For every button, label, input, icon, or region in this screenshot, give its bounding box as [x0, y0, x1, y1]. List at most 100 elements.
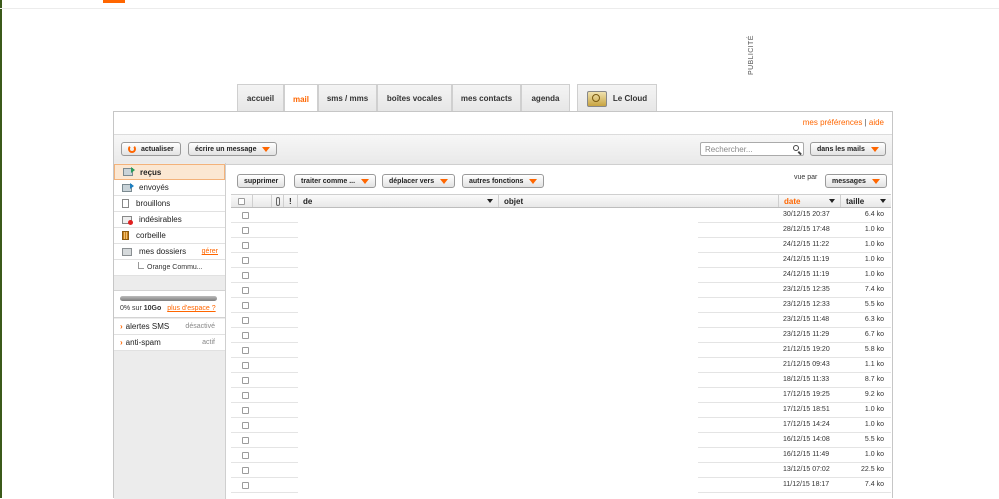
row-checkbox[interactable]: [242, 362, 249, 369]
sort-by-status[interactable]: [253, 195, 272, 207]
search-scope-dropdown[interactable]: dans les mails: [810, 142, 886, 156]
view-by-label: vue par: [794, 174, 818, 181]
folder-envoyes[interactable]: envoyés: [114, 180, 225, 196]
top-links: mes préférences | aide: [803, 118, 884, 127]
table-row[interactable]: 17/12/15 14:24 1.0 ko: [231, 418, 891, 433]
folder-mes-dossiers[interactable]: mes dossiers gérer: [114, 244, 225, 260]
message-size: 7.4 ko: [864, 286, 884, 293]
table-row[interactable]: 24/12/15 11:22 1.0 ko: [231, 238, 891, 253]
more-space-link[interactable]: plus d'espace ?: [167, 305, 215, 312]
column-size[interactable]: taille: [841, 195, 891, 207]
preferences-link[interactable]: mes préférences: [803, 118, 863, 127]
tab-accueil[interactable]: accueil: [237, 84, 284, 112]
row-checkbox[interactable]: [242, 482, 249, 489]
delete-button[interactable]: supprimer: [237, 174, 286, 188]
header-divider: [0, 8, 999, 9]
table-row[interactable]: 23/12/15 12:33 5.5 ko: [231, 298, 891, 313]
table-row[interactable]: 16/12/15 14:08 5.5 ko: [231, 433, 891, 448]
sort-by-attachment[interactable]: [272, 195, 284, 207]
row-checkbox[interactable]: [242, 347, 249, 354]
option-sms-alerts[interactable]: › alertes SMS désactivé: [114, 319, 225, 335]
subfolder-orange[interactable]: Orange Commu...: [114, 260, 225, 276]
folder-recus[interactable]: reçus: [114, 164, 225, 180]
help-link[interactable]: aide: [869, 118, 884, 127]
row-checkbox[interactable]: [242, 407, 249, 414]
table-row[interactable]: 23/12/15 12:35 7.4 ko: [231, 283, 891, 298]
option-anti-spam[interactable]: › anti-spam actif: [114, 335, 225, 351]
message-date: 23/12/15 12:35: [783, 286, 830, 293]
folder-label: corbeille: [136, 231, 166, 240]
row-checkbox[interactable]: [242, 452, 249, 459]
table-row[interactable]: 18/12/15 11:33 8.7 ko: [231, 373, 891, 388]
row-checkbox[interactable]: [242, 422, 249, 429]
row-checkbox[interactable]: [242, 332, 249, 339]
column-from[interactable]: de: [298, 195, 499, 207]
folder-sidebar: reçus envoyés brouillons indésirables co…: [114, 163, 226, 499]
refresh-button[interactable]: actualiser: [121, 142, 181, 156]
row-checkbox[interactable]: [242, 287, 249, 294]
row-checkbox[interactable]: [242, 242, 249, 249]
quota-total: 10Go: [143, 305, 162, 312]
sort-arrow-icon: [487, 199, 493, 203]
table-row[interactable]: 17/12/15 19:25 9.2 ko: [231, 388, 891, 403]
row-checkbox[interactable]: [242, 257, 249, 264]
row-divider: [698, 492, 891, 493]
tab-mes-contacts[interactable]: mes contacts: [452, 84, 521, 112]
folder-label: indésirables: [139, 215, 182, 224]
table-row[interactable]: 13/12/15 07:02 22.5 ko: [231, 463, 891, 478]
row-checkbox[interactable]: [242, 212, 249, 219]
message-date: 23/12/15 11:29: [783, 331, 830, 338]
message-date: 21/12/15 09:43: [783, 361, 830, 368]
tab-mail[interactable]: mail: [284, 84, 318, 113]
folder-icon: [122, 247, 132, 256]
table-row[interactable]: 16/12/15 11:49 1.0 ko: [231, 448, 891, 463]
table-row[interactable]: 23/12/15 11:48 6.3 ko: [231, 313, 891, 328]
compose-button[interactable]: écrire un message: [188, 142, 278, 156]
message-size: 8.7 ko: [864, 376, 884, 383]
table-row[interactable]: 24/12/15 11:19 1.0 ko: [231, 253, 891, 268]
trash-icon: [122, 231, 129, 240]
orange-logo[interactable]: [103, 0, 125, 3]
message-size: 1.0 ko: [864, 451, 884, 458]
tree-branch-icon: [138, 262, 144, 269]
table-row[interactable]: 17/12/15 18:51 1.0 ko: [231, 403, 891, 418]
tab-sms-mms[interactable]: sms / mms: [318, 84, 377, 112]
table-row[interactable]: 11/12/15 18:17 7.4 ko: [231, 478, 891, 493]
row-checkbox[interactable]: [242, 467, 249, 474]
tab-boites-vocales[interactable]: boîtes vocales: [377, 84, 452, 112]
select-all-checkbox[interactable]: [238, 197, 245, 205]
row-checkbox[interactable]: [242, 317, 249, 324]
column-date[interactable]: date: [779, 195, 841, 207]
sort-by-priority[interactable]: !: [284, 195, 298, 207]
tab-agenda[interactable]: agenda: [521, 84, 570, 112]
folder-corbeille[interactable]: corbeille: [114, 228, 225, 244]
search-input[interactable]: [700, 142, 804, 156]
table-row[interactable]: 30/12/15 20:37 6.4 ko: [231, 208, 891, 223]
table-row[interactable]: 21/12/15 09:43 1.1 ko: [231, 358, 891, 373]
folder-label: reçus: [140, 167, 162, 177]
view-by-dropdown[interactable]: messages: [825, 174, 887, 188]
message-date: 17/12/15 14:24: [783, 421, 830, 428]
folder-indesirables[interactable]: indésirables: [114, 212, 225, 228]
row-checkbox[interactable]: [242, 377, 249, 384]
row-checkbox[interactable]: [242, 227, 249, 234]
row-checkbox[interactable]: [242, 437, 249, 444]
row-checkbox[interactable]: [242, 272, 249, 279]
folder-brouillons[interactable]: brouillons: [114, 196, 225, 212]
row-checkbox[interactable]: [242, 392, 249, 399]
column-subject[interactable]: objet: [499, 195, 779, 207]
search-icon[interactable]: [793, 145, 799, 151]
chevron-down-icon: [871, 178, 880, 184]
table-row[interactable]: 28/12/15 17:48 1.0 ko: [231, 223, 891, 238]
row-checkbox[interactable]: [242, 302, 249, 309]
manage-folders-link[interactable]: gérer: [202, 248, 218, 255]
tab-le-cloud[interactable]: Le Cloud: [577, 84, 657, 112]
message-size: 1.0 ko: [864, 256, 884, 263]
table-row[interactable]: 23/12/15 11:29 6.7 ko: [231, 328, 891, 343]
table-row[interactable]: 21/12/15 19:20 5.8 ko: [231, 343, 891, 358]
other-functions-dropdown[interactable]: autres fonctions: [462, 174, 545, 188]
table-row[interactable]: 24/12/15 11:19 1.0 ko: [231, 268, 891, 283]
links-separator: |: [864, 118, 867, 127]
move-to-dropdown[interactable]: déplacer vers: [382, 174, 456, 188]
treat-as-dropdown[interactable]: traiter comme ...: [294, 174, 377, 188]
